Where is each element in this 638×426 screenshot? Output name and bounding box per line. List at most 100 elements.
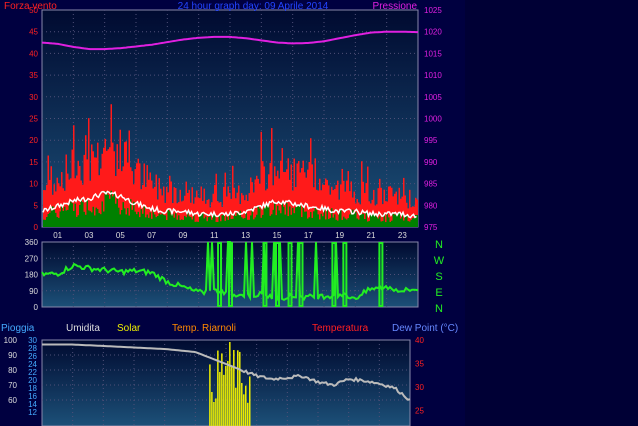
wind-avg-bar: [316, 209, 318, 227]
wind-avg-bar: [304, 211, 306, 227]
pressure-tick-label: 1005: [424, 93, 442, 102]
solar-bar: [227, 360, 229, 426]
wind-avg-bar: [211, 219, 213, 227]
wind-avg-bar: [307, 218, 309, 227]
wind-avg-bar: [116, 198, 118, 227]
wind-avg-bar: [310, 212, 312, 227]
wind-avg-bar: [110, 190, 112, 227]
humidity-tick-label: 60: [8, 396, 17, 405]
wind-avg-bar: [44, 219, 46, 227]
wind-avg-bar: [248, 219, 250, 227]
wind-avg-bar: [335, 219, 337, 227]
wind-avg-bar: [379, 216, 381, 227]
wind-avg-bar: [134, 211, 136, 227]
wind-avg-bar: [121, 210, 123, 227]
wind-avg-bar: [100, 214, 102, 227]
hour-tick-label: 17: [304, 231, 313, 240]
wind-avg-bar: [382, 221, 384, 227]
hour-tick-label: 23: [398, 231, 407, 240]
pressure-tick-label: 975: [424, 223, 438, 232]
solar-bar: [233, 350, 235, 426]
wind-tick-label: 5: [34, 201, 39, 210]
wind-avg-bar: [112, 196, 114, 227]
wind-avg-bar: [284, 214, 286, 227]
wind-avg-bar: [353, 213, 355, 227]
wind-avg-bar: [241, 217, 243, 227]
humidity-tick-label: 90: [8, 351, 17, 360]
legend-rain: Pioggia: [1, 323, 35, 334]
wind-gust-bar: [128, 130, 130, 227]
wind-avg-bar: [152, 209, 154, 227]
wind-avg-bar: [412, 218, 414, 227]
compass-labels: NWSEN: [434, 239, 445, 315]
wind-avg-bar: [125, 214, 127, 227]
wind-avg-bar: [124, 208, 126, 227]
wind-title-center: 24 hour graph day: 09 Aprile 2014: [178, 1, 329, 12]
wind-avg-bar: [370, 214, 372, 227]
wind-avg-bar: [254, 217, 256, 227]
wind-avg-bar: [224, 220, 226, 227]
wind-avg-bar: [392, 213, 394, 227]
wind-avg-bar: [283, 206, 285, 227]
wind-avg-bar: [305, 211, 307, 227]
solar-bar: [209, 364, 211, 426]
wind-avg-bar: [377, 218, 379, 227]
wind-avg-bar: [227, 219, 229, 227]
wind-gust-bar: [409, 189, 411, 227]
wind-tick-label: 20: [29, 136, 38, 145]
wind-avg-bar: [182, 219, 184, 227]
wind-avg-bar: [61, 206, 63, 227]
wind-avg-bar: [175, 213, 177, 227]
solar-bar: [237, 350, 239, 426]
wind-gust-bar: [215, 173, 217, 227]
solar-bar: [241, 382, 243, 426]
wind-avg-bar: [74, 203, 76, 227]
wind-avg-bar: [86, 198, 88, 227]
wind-avg-bar: [115, 203, 117, 227]
wind-avg-bar: [328, 219, 330, 227]
solar-bar: [249, 376, 251, 426]
wind-gust-bar: [337, 180, 339, 227]
wind-avg-bar: [275, 215, 277, 227]
wind-avg-bar: [298, 205, 300, 227]
temp-tick-label: 30: [415, 383, 424, 392]
wind-avg-bar: [329, 217, 331, 227]
wind-avg-bar: [163, 214, 165, 227]
wind-gust-bar: [232, 165, 234, 227]
wind-avg-bar: [65, 210, 67, 227]
wind-tick-label: 10: [29, 180, 38, 189]
compass-label: N: [435, 303, 443, 315]
wind-gust-bar: [119, 129, 121, 227]
wind-avg-bar: [263, 208, 265, 227]
wind-avg-bar: [349, 214, 351, 227]
wind-gust-bar: [403, 177, 405, 227]
wind-avg-bar: [128, 215, 130, 227]
wind-avg-bar: [358, 219, 360, 227]
wind-avg-bar: [230, 219, 232, 227]
legend-temperature: Temperatura: [312, 323, 369, 334]
wind-avg-bar: [403, 220, 405, 227]
wind-avg-bar: [238, 214, 240, 227]
wind-avg-bar: [208, 217, 210, 227]
wind-avg-bar: [364, 218, 366, 227]
wind-avg-bar: [374, 214, 376, 227]
wind-avg-bar: [260, 217, 262, 227]
wind-avg-bar: [91, 212, 93, 227]
wind-avg-bar: [160, 214, 162, 227]
wind-avg-bar: [170, 214, 172, 227]
solar-bar: [235, 387, 237, 426]
wind-tick-label: 25: [29, 115, 38, 124]
wind-avg-bar: [242, 218, 244, 227]
wind-avg-bar: [178, 215, 180, 227]
wind-avg-bar: [214, 214, 216, 227]
wind-avg-bar: [398, 212, 400, 227]
wind-avg-bar: [311, 217, 313, 227]
wind-avg-bar: [380, 221, 382, 227]
wind-avg-bar: [43, 219, 45, 227]
wind-tick-label: 40: [29, 49, 38, 58]
wind-avg-bar: [233, 214, 235, 227]
wind-avg-bar: [197, 221, 199, 227]
wind-avg-bar: [53, 209, 55, 227]
wind-avg-bar: [151, 218, 153, 227]
wind-avg-bar: [296, 206, 298, 227]
